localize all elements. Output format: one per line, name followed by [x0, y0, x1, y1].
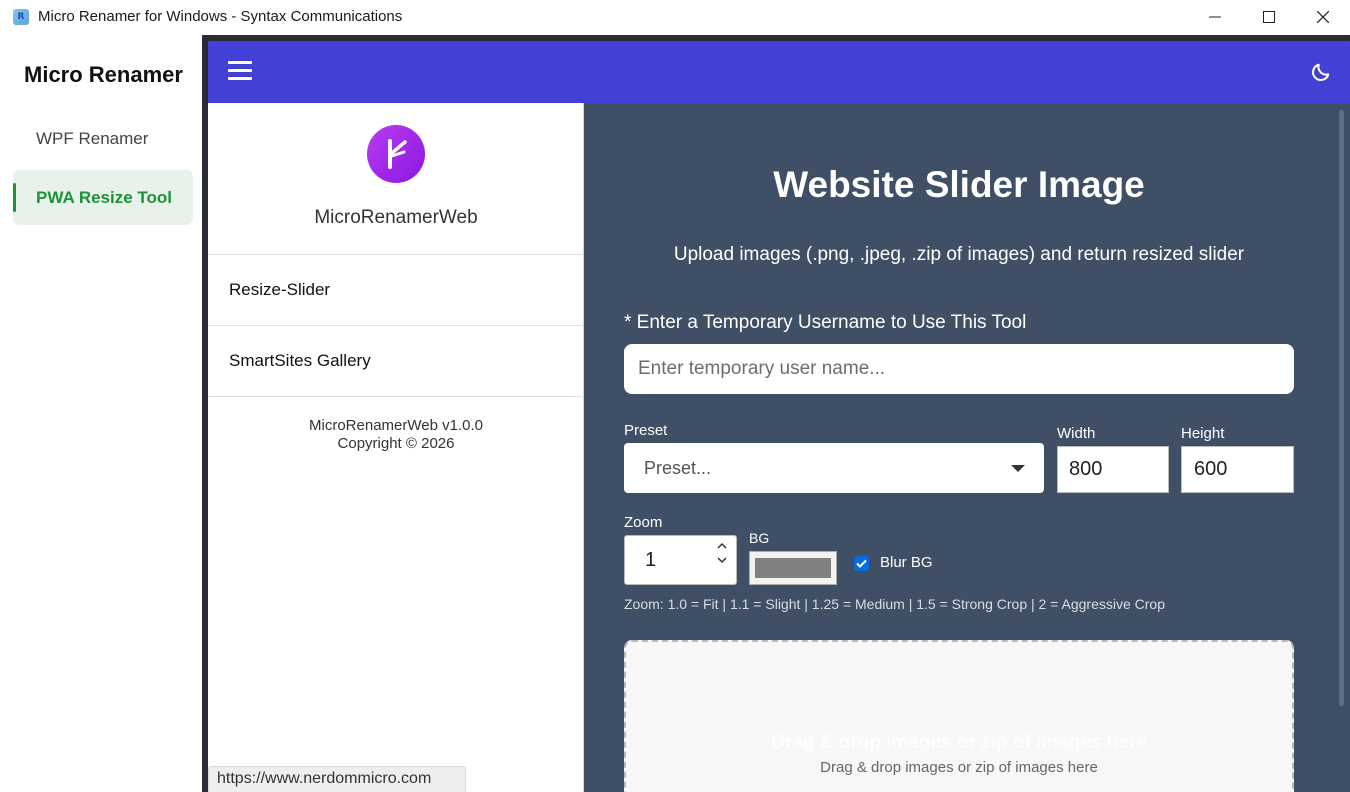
- maximize-button[interactable]: [1242, 0, 1296, 33]
- spin-up-icon[interactable]: [717, 542, 727, 549]
- bg-color-picker[interactable]: [749, 551, 837, 585]
- status-bar-url: https://www.nerdommicro.com: [208, 766, 466, 792]
- app-icon: R: [13, 8, 29, 25]
- width-input[interactable]: 800: [1057, 446, 1169, 493]
- hamburger-icon[interactable]: [228, 61, 252, 83]
- version-info: MicroRenamerWeb v1.0.0 Copyright © 2026: [208, 417, 584, 453]
- close-icon: [1317, 10, 1329, 23]
- page-title: Website Slider Image: [773, 164, 1145, 205]
- zoom-help-text: Zoom: 1.0 = Fit | 1.1 = Slight | 1.25 = …: [624, 596, 1165, 612]
- version-text: MicroRenamerWeb v1.0.0: [309, 417, 483, 434]
- wpf-nav-item-wpf-renamer[interactable]: WPF Renamer: [13, 111, 193, 166]
- app-bar: [208, 41, 1350, 103]
- dropzone-heading: Drag & drop images or zip of images here: [771, 732, 1147, 753]
- wpf-nav-item-pwa-resize-tool[interactable]: PWA Resize Tool: [13, 170, 193, 225]
- zoom-label: Zoom: [624, 514, 663, 531]
- height-label: Height: [1181, 425, 1225, 442]
- preset-label: Preset: [624, 422, 668, 439]
- zoom-number-input[interactable]: 1: [624, 535, 737, 585]
- zoom-spinner: [717, 542, 727, 564]
- checkmark-icon: [856, 559, 867, 568]
- preset-value: Preset...: [644, 457, 712, 478]
- zoom-value: 1: [645, 548, 657, 571]
- drawer-brand-name: MicroRenamerWeb: [314, 207, 478, 228]
- spin-down-icon[interactable]: [717, 557, 727, 564]
- blur-bg-label: Blur BG: [880, 554, 933, 571]
- page-subtitle: Upload images (.png, .jpeg, .zip of imag…: [673, 244, 1245, 265]
- vertical-scrollbar[interactable]: [1339, 110, 1344, 706]
- chevron-down-icon: [1011, 465, 1025, 472]
- file-dropzone[interactable]: Drag & drop images or zip of images here…: [624, 640, 1294, 792]
- username-label: * Enter a Temporary Username to Use This…: [624, 312, 1027, 333]
- maximize-icon: [1263, 10, 1275, 23]
- drawer-item-smartsites-gallery[interactable]: SmartSites Gallery: [208, 326, 584, 396]
- logo-icon: [367, 125, 425, 183]
- dropzone-text: Drag & drop images or zip of images here: [820, 759, 1098, 776]
- title-bar: R Micro Renamer for Windows - Syntax Com…: [0, 0, 1350, 33]
- divider: [208, 396, 584, 397]
- height-input[interactable]: 600: [1181, 446, 1294, 493]
- wpf-nav-title: Micro Renamer: [24, 62, 183, 87]
- width-label: Width: [1057, 425, 1096, 442]
- username-input[interactable]: Enter temporary user name...: [624, 344, 1294, 394]
- window-controls: [1188, 0, 1350, 33]
- side-drawer: MicroRenamerWeb Resize-Slider SmartSites…: [208, 103, 584, 792]
- blur-bg-checkbox[interactable]: [854, 556, 869, 571]
- window-title: Micro Renamer for Windows - Syntax Commu…: [38, 8, 403, 25]
- minimize-icon: [1209, 16, 1221, 17]
- close-button[interactable]: [1296, 0, 1350, 33]
- bg-label: BG: [749, 530, 770, 546]
- moon-icon[interactable]: [1310, 61, 1332, 83]
- minimize-button[interactable]: [1188, 0, 1242, 33]
- copyright-text: Copyright © 2026: [337, 435, 455, 452]
- preset-select[interactable]: Preset...: [624, 443, 1044, 493]
- wpf-navigation: Micro Renamer WPF Renamer PWA Resize Too…: [3, 35, 202, 792]
- drawer-item-resize-slider[interactable]: Resize-Slider: [208, 255, 584, 325]
